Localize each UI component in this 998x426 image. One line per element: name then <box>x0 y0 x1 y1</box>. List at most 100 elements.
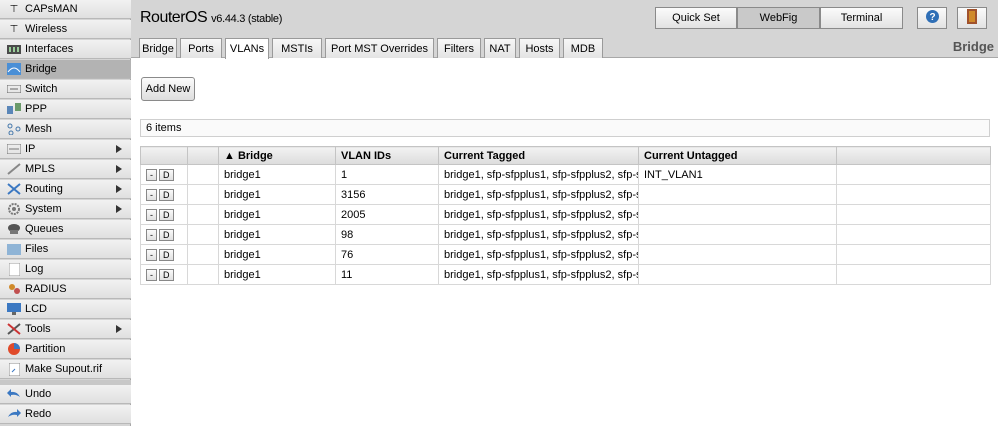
bridge-icon <box>6 63 22 76</box>
monitor-icon <box>6 303 22 316</box>
remove-button[interactable]: - <box>146 188 157 201</box>
sidebar-item-wireless[interactable]: ⊤ Wireless <box>0 20 131 39</box>
cell-current-untagged <box>638 264 837 285</box>
remove-button[interactable]: - <box>146 268 157 281</box>
quick-set-button[interactable]: Quick Set <box>655 7 737 29</box>
column-header-current-tagged[interactable]: Current Tagged <box>438 146 639 165</box>
cell-filler <box>836 204 991 225</box>
tab-mstis[interactable]: MSTIs <box>272 38 322 58</box>
sidebar-item-queues[interactable]: Queues <box>0 220 131 239</box>
cell-bridge: bridge1 <box>218 244 336 265</box>
gear-icon <box>6 203 22 216</box>
sidebar-item-files[interactable]: Files <box>0 240 131 259</box>
add-new-button[interactable]: Add New <box>141 77 195 101</box>
disable-button[interactable]: D <box>159 208 174 221</box>
column-header-current-untagged[interactable]: Current Untagged <box>638 146 837 165</box>
ppp-icon <box>6 103 22 116</box>
sidebar-item-radius[interactable]: RADIUS <box>0 280 131 299</box>
sidebar-item-bridge[interactable]: Bridge <box>0 60 131 79</box>
cell-vlan-ids: 3156 <box>335 184 439 205</box>
disable-button[interactable]: D <box>159 268 174 281</box>
svg-text:?: ? <box>929 12 935 23</box>
sidebar-item-lcd[interactable]: LCD <box>0 300 131 319</box>
sidebar-item-redo[interactable]: Redo <box>0 405 131 424</box>
column-header-bridge[interactable]: ▲ Bridge <box>218 146 336 165</box>
sidebar-item-ip[interactable]: IP <box>0 140 131 159</box>
table-row[interactable]: -D bridge1 1 bridge1, sfp-sfpplus1, sfp-… <box>140 164 991 185</box>
logout-icon <box>966 9 978 27</box>
sidebar-item-switch[interactable]: Switch <box>0 80 131 99</box>
terminal-button[interactable]: Terminal <box>820 7 903 29</box>
sidebar-item-undo[interactable]: Undo <box>0 385 131 404</box>
tab-label: Ports <box>188 42 214 55</box>
remove-button[interactable]: - <box>146 228 157 241</box>
sidebar-item-label: Make Supout.rif <box>25 363 103 375</box>
table-row[interactable]: -D bridge1 2005 bridge1, sfp-sfpplus1, s… <box>140 204 991 225</box>
tab-ports[interactable]: Ports <box>180 38 222 58</box>
tab-filters[interactable]: Filters <box>437 38 481 58</box>
sidebar-item-interfaces[interactable]: Interfaces <box>0 40 131 59</box>
sidebar-item-label: PPP <box>25 103 48 115</box>
disable-button[interactable]: D <box>159 188 174 201</box>
tab-port-mst-overrides[interactable]: Port MST Overrides <box>325 38 434 58</box>
table-row[interactable]: -D bridge1 98 bridge1, sfp-sfpplus1, sfp… <box>140 224 991 245</box>
tab-vlans[interactable]: VLANs <box>225 38 269 59</box>
table-row[interactable]: -D bridge1 3156 bridge1, sfp-sfpplus1, s… <box>140 184 991 205</box>
sidebar-item-label: Log <box>25 263 44 275</box>
table-row[interactable]: -D bridge1 11 bridge1, sfp-sfpplus1, sfp… <box>140 264 991 285</box>
tab-label: MDB <box>570 42 596 55</box>
sidebar-item-partition[interactable]: Partition <box>0 340 131 359</box>
section-title: Bridge <box>952 39 994 54</box>
sidebar-item-mesh[interactable]: Mesh <box>0 120 131 139</box>
sidebar-item-capsman[interactable]: ⊤ CAPsMAN <box>0 0 131 19</box>
sidebar-item-label: Interfaces <box>25 43 74 55</box>
tab-hosts[interactable]: Hosts <box>519 38 560 58</box>
help-button[interactable]: ? <box>917 7 947 29</box>
sidebar-item-mpls[interactable]: MPLS <box>0 160 131 179</box>
tab-label: Hosts <box>525 42 554 55</box>
row-actions: -D <box>140 224 188 245</box>
disable-button[interactable]: D <box>159 168 174 181</box>
sidebar: ⊤ CAPsMAN ⊤ Wireless Interfaces Bridge Swi… <box>0 0 131 426</box>
items-count-bar: 6 items <box>140 119 990 137</box>
sidebar-item-ppp[interactable]: PPP <box>0 100 131 119</box>
terminal-label: Terminal <box>840 12 883 24</box>
row-actions: -D <box>140 204 188 225</box>
folder-icon <box>6 243 22 256</box>
tab-bar: Bridge Ports VLANs MSTIs Port MST Overri… <box>131 34 998 59</box>
disable-button[interactable]: D <box>159 228 174 241</box>
cell-bridge: bridge1 <box>218 164 336 185</box>
table-row[interactable]: -D bridge1 76 bridge1, sfp-sfpplus1, sfp… <box>140 244 991 265</box>
sidebar-item-label: Switch <box>25 83 58 95</box>
column-header-vlan-ids[interactable]: VLAN IDs <box>335 146 439 165</box>
tab-nat[interactable]: NAT <box>484 38 516 58</box>
remove-button[interactable]: - <box>146 208 157 221</box>
tab-mdb[interactable]: MDB <box>563 38 603 58</box>
sidebar-item-make-supout[interactable]: Make Supout.rif <box>0 360 131 379</box>
items-count: 6 items <box>146 122 182 134</box>
sidebar-item-log[interactable]: Log <box>0 260 131 279</box>
disable-button[interactable]: D <box>159 248 174 261</box>
row-flags <box>187 264 219 285</box>
cell-current-untagged: INT_VLAN1 <box>638 164 837 185</box>
cell-current-untagged <box>638 204 837 225</box>
sidebar-item-tools[interactable]: Tools <box>0 320 131 339</box>
cell-bridge: bridge1 <box>218 224 336 245</box>
interfaces-icon <box>6 43 22 56</box>
sidebar-item-routing[interactable]: Routing <box>0 180 131 199</box>
row-flags <box>187 164 219 185</box>
sidebar-item-system[interactable]: System <box>0 200 131 219</box>
routing-icon <box>6 183 22 196</box>
queues-icon <box>6 223 22 236</box>
cell-current-untagged <box>638 184 837 205</box>
tab-bridge[interactable]: Bridge <box>139 38 177 58</box>
cell-current-untagged <box>638 244 837 265</box>
row-actions: -D <box>140 264 188 285</box>
tab-label: Port MST Overrides <box>331 42 428 55</box>
remove-button[interactable]: - <box>146 168 157 181</box>
main-content: Add New 6 items ▲ Bridge VLAN IDs Curren… <box>131 59 998 426</box>
remove-button[interactable]: - <box>146 248 157 261</box>
webfig-button[interactable]: WebFig <box>737 7 820 29</box>
cell-filler <box>836 164 991 185</box>
logout-button[interactable] <box>957 7 987 29</box>
